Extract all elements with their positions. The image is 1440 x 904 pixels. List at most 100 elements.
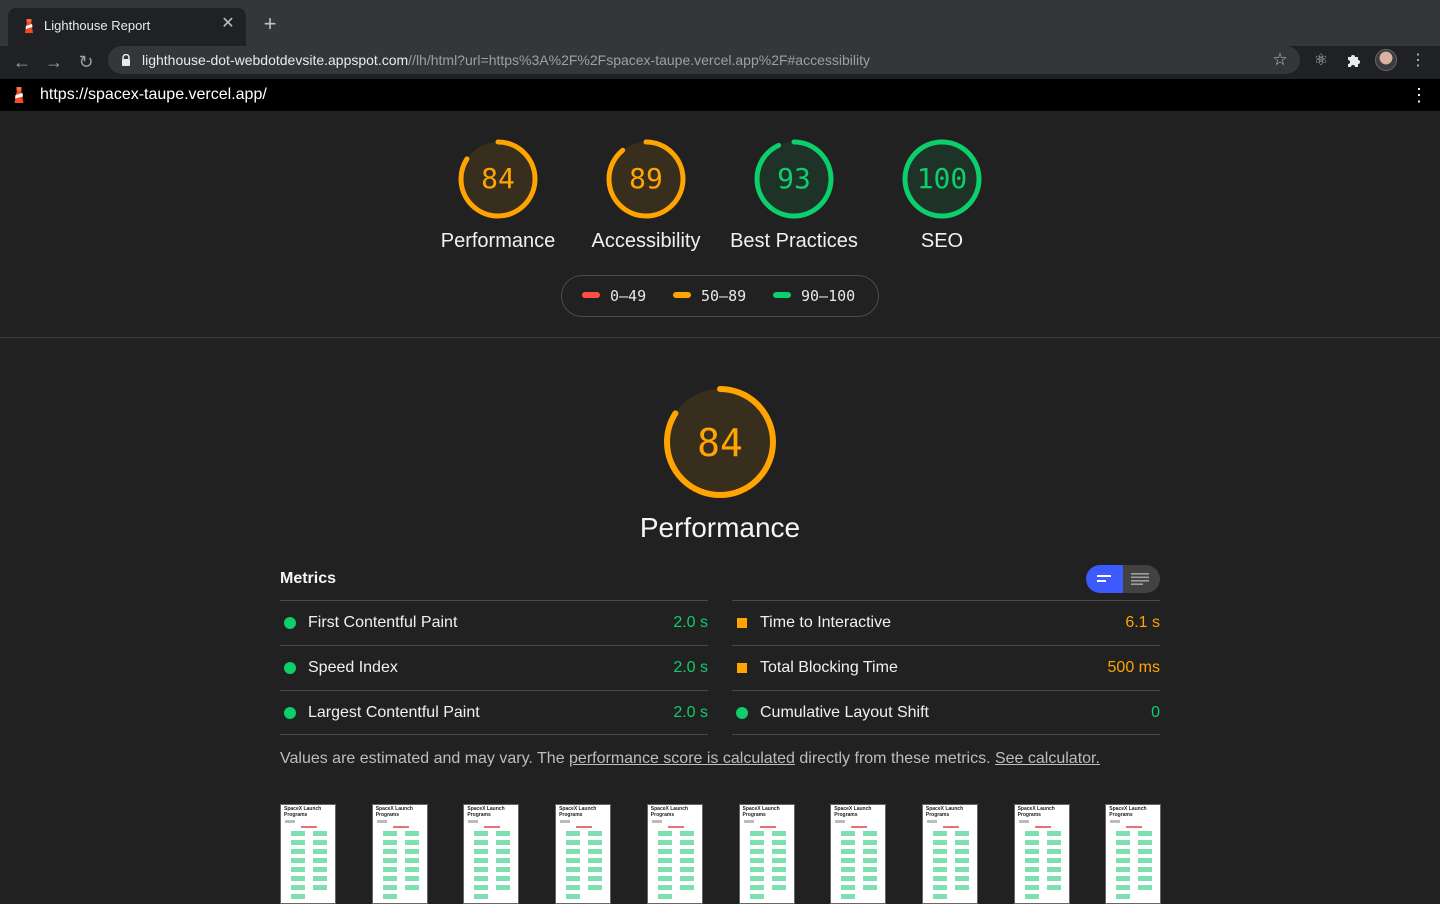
filmstrip-thumbnail: SpaceX Launch Programs	[463, 804, 520, 904]
pass-circle-icon	[284, 662, 296, 674]
thumb-title: SpaceX Launch Programs	[467, 806, 505, 818]
thumb-title: SpaceX Launch Programs	[375, 806, 413, 818]
filmstrip-thumbnail: SpaceX Launch Programs	[1105, 804, 1162, 904]
legend-item-average: 50–89	[673, 287, 746, 305]
legend-pass-swatch	[773, 291, 791, 298]
expanded-view-icon[interactable]	[1131, 573, 1149, 585]
back-icon[interactable]: ←	[10, 50, 34, 74]
lock-icon	[122, 54, 130, 66]
report-topbar: https://spacex-taupe.vercel.app/ ⋮	[0, 79, 1440, 111]
see-calculator-link[interactable]: See calculator.	[995, 750, 1100, 767]
average-square-icon	[737, 618, 747, 628]
metric-row: First Contentful Paint 2.0 s	[280, 600, 708, 645]
browser-tab-bar: Lighthouse Report ✕ +	[0, 0, 1440, 46]
report-page-url[interactable]: https://spacex-taupe.vercel.app/	[40, 86, 267, 104]
extensions-puzzle-icon[interactable]	[1342, 50, 1364, 72]
score-label: Accessibility	[591, 230, 701, 252]
browser-tab[interactable]: Lighthouse Report ✕	[8, 8, 246, 46]
metric-value: 2.0 s	[673, 614, 708, 631]
lighthouse-favicon-icon	[25, 19, 33, 33]
gauge-seo[interactable]: 100 SEO	[872, 138, 1012, 253]
score-label: Best Practices	[730, 230, 858, 252]
metric-name: Speed Index	[308, 659, 398, 676]
legend-average-swatch	[673, 291, 691, 298]
gauge-best-practices[interactable]: 93 Best Practices	[724, 138, 864, 253]
metrics-note: Values are estimated and may vary. The p…	[280, 750, 1100, 767]
gauge-performance[interactable]: 84 Performance	[428, 138, 568, 253]
metric-value: 6.1 s	[1125, 614, 1160, 631]
metric-row: Speed Index 2.0 s	[280, 645, 708, 690]
thumb-title: SpaceX Launch Programs	[650, 806, 689, 818]
address-bar[interactable]: lighthouse-dot-webdotdevsite.appspot.com…	[108, 46, 1300, 74]
metrics-right-column: Time to Interactive 6.1 s Total Blocking T…	[732, 600, 1160, 735]
score-value: 84	[481, 162, 515, 195]
score-calculated-link[interactable]: performance score is calculated	[569, 750, 795, 767]
filmstrip-thumbnail: SpaceX Launch Programs	[555, 804, 612, 904]
reload-icon[interactable]: ↻	[74, 50, 98, 74]
compact-view-icon	[1097, 575, 1111, 582]
score-ring: 93	[754, 139, 834, 219]
metric-row: Cumulative Layout Shift 0	[732, 690, 1160, 735]
thumb-title: SpaceX Launch Programs	[1017, 806, 1055, 818]
average-square-icon	[737, 663, 747, 673]
performance-big-gauge: 84	[664, 386, 776, 498]
forward-icon[interactable]: →	[42, 50, 66, 74]
filmstrip-thumbnail: SpaceX Launch Programs	[921, 804, 978, 904]
score-ring: 89	[606, 139, 686, 219]
section-divider	[0, 337, 1440, 338]
score-value: 89	[629, 162, 663, 195]
new-tab-icon[interactable]: +	[260, 13, 280, 35]
metric-value: 0	[1151, 704, 1160, 721]
metrics-left-column: First Contentful Paint 2.0 s Speed Index 2.…	[280, 600, 708, 735]
metric-name: Time to Interactive	[760, 614, 892, 631]
filmstrip-thumbnail: SpaceX Launch Programs	[280, 804, 336, 904]
metric-value: 2.0 s	[673, 659, 708, 676]
metric-name: First Contentful Paint	[308, 614, 458, 631]
score-ring: 84	[458, 139, 538, 219]
thumb-title: SpaceX Launch Programs	[284, 806, 322, 818]
browser-menu-icon[interactable]: ⋮	[1407, 50, 1429, 72]
metric-row: Total Blocking Time 500 ms	[732, 645, 1160, 690]
toggle-compact-view[interactable]	[1086, 565, 1123, 593]
legend-item-fail: 0–49	[582, 287, 646, 305]
metrics-heading: Metrics	[280, 570, 337, 587]
url-text: lighthouse-dot-webdotdevsite.appspot.com…	[142, 52, 871, 68]
pass-circle-icon	[284, 707, 296, 719]
tab-title: Lighthouse Report	[44, 18, 151, 33]
legend-fail-swatch	[582, 291, 600, 298]
metric-name: Largest Contentful Paint	[308, 704, 480, 721]
legend-item-pass: 90–100	[773, 287, 855, 305]
metric-value: 2.0 s	[673, 704, 708, 721]
close-tab-icon[interactable]: ✕	[220, 16, 236, 32]
score-label: SEO	[920, 230, 964, 252]
filmstrip-thumbnail: SpaceX Launch Programs	[1013, 804, 1070, 904]
score-legend: 0–49 50–89 90–100	[561, 275, 879, 317]
score-ring: 100	[902, 139, 982, 219]
pass-circle-icon	[736, 707, 748, 719]
thumb-title: SpaceX Launch Programs	[742, 806, 780, 818]
report-menu-icon[interactable]: ⋮	[1410, 85, 1428, 105]
performance-section-title: Performance	[639, 512, 801, 543]
thumb-title: SpaceX Launch Programs	[1109, 806, 1147, 818]
browser-toolbar: ← → ↻ lighthouse-dot-webdotdevsite.appsp…	[0, 46, 1440, 79]
filmstrip-thumbnail: SpaceX Launch Programs	[738, 804, 795, 904]
lighthouse-logo-icon	[14, 87, 24, 103]
metric-row: Largest Contentful Paint 2.0 s	[280, 690, 708, 735]
pass-circle-icon	[284, 617, 296, 629]
profile-avatar[interactable]	[1375, 49, 1397, 71]
performance-score-value: 84	[697, 421, 743, 465]
metric-name: Total Blocking Time	[760, 659, 898, 676]
score-value: 93	[777, 162, 811, 195]
thumb-title: SpaceX Launch Programs	[834, 806, 872, 818]
bookmark-star-icon[interactable]: ☆	[1270, 50, 1290, 70]
react-devtools-icon[interactable]: ⚛	[1310, 50, 1332, 72]
thumb-title: SpaceX Launch Programs	[925, 806, 964, 818]
gauge-accessibility[interactable]: 89 Accessibility	[576, 138, 716, 253]
filmstrip-thumbnail: SpaceX Launch Programs	[646, 804, 703, 904]
thumb-title: SpaceX Launch Programs	[559, 806, 597, 818]
filmstrip-thumbnail: SpaceX Launch Programs	[830, 804, 887, 904]
metric-row: Time to Interactive 6.1 s	[732, 600, 1160, 645]
filmstrip-thumbnail: SpaceX Launch Programs	[371, 804, 428, 904]
metric-name: Cumulative Layout Shift	[760, 704, 929, 721]
metrics-view-toggle[interactable]	[1086, 565, 1160, 593]
